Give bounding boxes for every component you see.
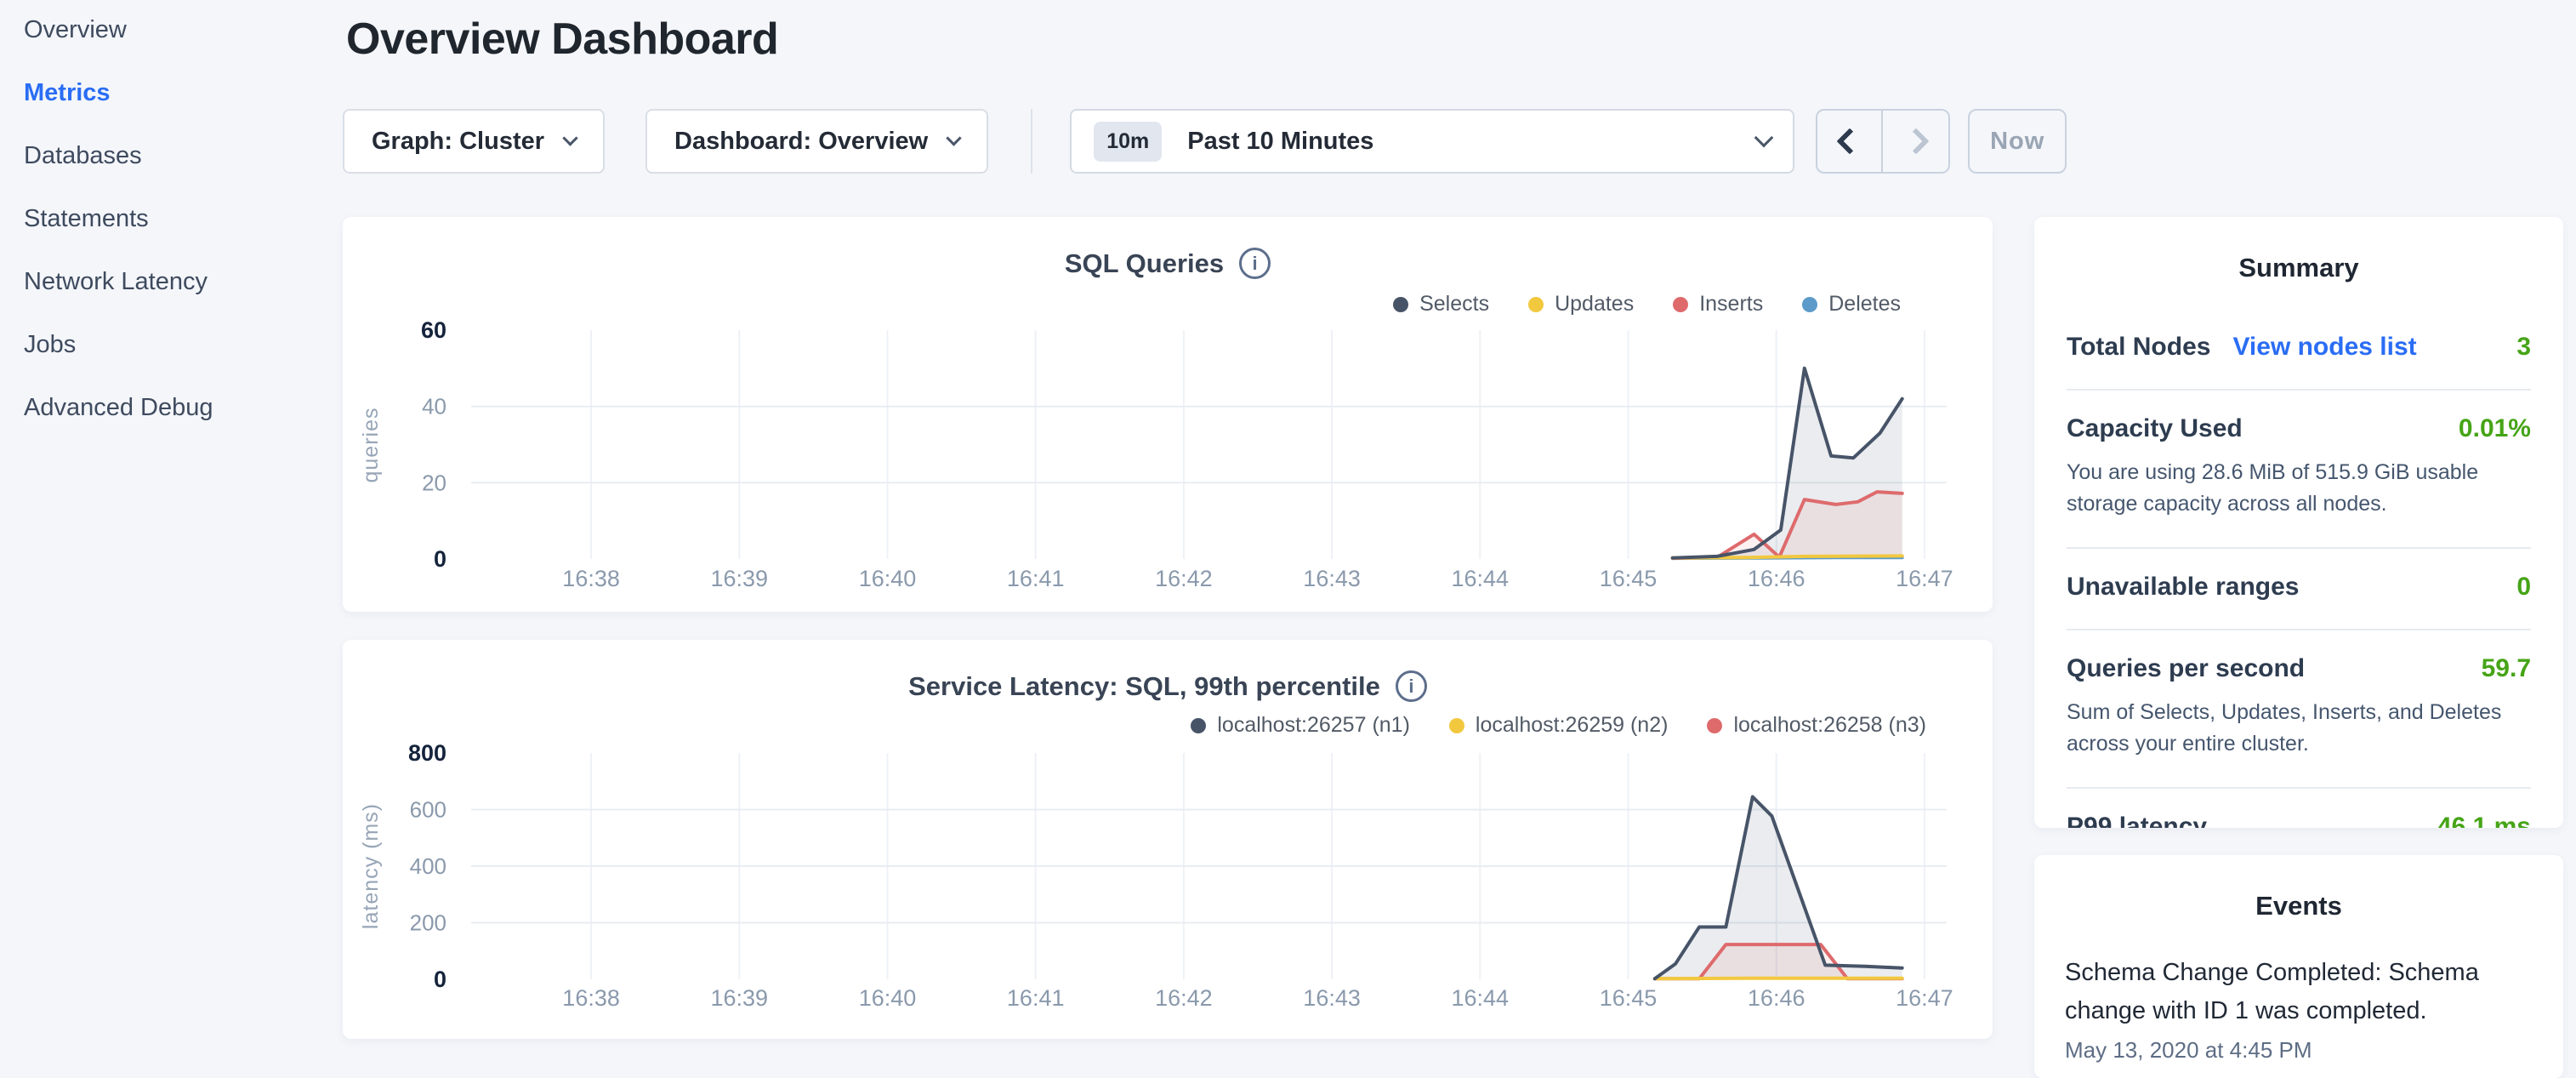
svg-text:16:45: 16:45 <box>1600 985 1658 1011</box>
chevron-down-icon <box>946 130 961 145</box>
events-panel-title: Events <box>2034 891 2563 921</box>
event-list-item[interactable]: Schema Change Completed: Schema change w… <box>2065 954 2533 1064</box>
summary-label: Unavailable ranges <box>2067 573 2299 602</box>
svg-text:0: 0 <box>434 546 446 572</box>
svg-text:16:46: 16:46 <box>1748 985 1805 1011</box>
event-text: Schema Change Completed: Schema change w… <box>2065 954 2533 1030</box>
summary-value: 3 <box>2516 333 2531 362</box>
summary-row-capacity-used: Capacity Used 0.01% You are using 28.6 M… <box>2067 389 2531 547</box>
svg-text:400: 400 <box>410 853 446 879</box>
summary-label: Total Nodes <box>2067 333 2210 362</box>
summary-body: Total Nodes View nodes list 3 Capacity U… <box>2034 283 2563 828</box>
service-latency-chart-card: Service Latency: SQL, 99th percentile i … <box>343 640 1993 1039</box>
svg-text:16:42: 16:42 <box>1155 985 1213 1011</box>
summary-label: Queries per second <box>2067 654 2305 683</box>
graph-source-dropdown[interactable]: Graph: Cluster <box>343 109 605 174</box>
sidebar-item-network-latency[interactable]: Network Latency <box>24 265 313 299</box>
events-body: Schema Change Completed: Schema change w… <box>2034 954 2563 1064</box>
next-timeframe-button[interactable] <box>1883 111 1948 172</box>
summary-description: You are using 28.6 MiB of 515.9 GiB usab… <box>2067 457 2531 520</box>
svg-text:16:47: 16:47 <box>1896 985 1953 1011</box>
svg-text:16:40: 16:40 <box>859 985 917 1011</box>
svg-text:16:45: 16:45 <box>1600 566 1658 591</box>
chevron-down-icon <box>562 130 577 145</box>
svg-text:16:38: 16:38 <box>562 566 620 591</box>
graph-source-dropdown-label: Graph: Cluster <box>372 128 544 156</box>
time-range-badge: 10m <box>1094 122 1162 162</box>
svg-text:600: 600 <box>410 797 446 823</box>
service-latency-plot[interactable]: 16:38 16:39 16:40 16:41 16:42 16:43 16:44 16:45… <box>343 640 1993 1039</box>
dashboard-dropdown[interactable]: Dashboard: Overview <box>645 109 988 174</box>
events-panel: Events Schema Change Completed: Schema c… <box>2034 855 2563 1078</box>
sidebar-item-metrics[interactable]: Metrics <box>24 76 313 110</box>
summary-description: Sum of Selects, Updates, Inserts, and De… <box>2067 697 2531 760</box>
summary-row-unavailable-ranges: Unavailable ranges 0 <box>2067 547 2531 629</box>
chevron-left-icon <box>1836 128 1862 154</box>
svg-text:60: 60 <box>421 317 446 343</box>
svg-text:16:38: 16:38 <box>562 985 620 1011</box>
summary-row-p99-latency: P99 latency 46.1 ms <box>2067 787 2531 828</box>
svg-text:20: 20 <box>422 470 446 495</box>
time-range-selector[interactable]: 10m Past 10 Minutes <box>1070 109 1794 174</box>
controls-divider <box>1031 109 1032 174</box>
controls-bar: Graph: Cluster Dashboard: Overview 10m P… <box>343 109 2067 174</box>
sql-queries-plot[interactable]: 16:38 16:39 16:40 16:41 16:42 16:43 16:44 16:45… <box>343 217 1993 612</box>
previous-timeframe-button[interactable] <box>1817 111 1883 172</box>
sidebar-item-statements[interactable]: Statements <box>24 202 313 236</box>
sidebar-nav: Overview Metrics Databases Statements Ne… <box>24 13 313 425</box>
svg-text:16:41: 16:41 <box>1007 985 1065 1011</box>
event-timestamp: May 13, 2020 at 4:45 PM <box>2065 1037 2533 1064</box>
summary-panel: Summary Total Nodes View nodes list 3 Ca… <box>2034 217 2563 828</box>
chevron-down-icon <box>1754 128 1774 148</box>
summary-row-total-nodes: Total Nodes View nodes list 3 <box>2067 309 2531 389</box>
summary-value: 46.1 ms <box>2437 813 2531 828</box>
summary-label: P99 latency <box>2067 813 2207 828</box>
svg-text:16:40: 16:40 <box>859 566 917 591</box>
svg-text:16:44: 16:44 <box>1452 566 1510 591</box>
sidebar-item-overview[interactable]: Overview <box>24 13 313 47</box>
time-step-buttons <box>1816 109 1950 174</box>
svg-text:16:41: 16:41 <box>1007 566 1065 591</box>
svg-text:800: 800 <box>408 740 446 766</box>
summary-row-queries-per-second: Queries per second 59.7 Sum of Selects, … <box>2067 629 2531 787</box>
svg-text:16:39: 16:39 <box>711 566 769 591</box>
svg-text:queries: queries <box>359 408 383 483</box>
summary-value: 0 <box>2516 573 2531 602</box>
time-range-label: Past 10 Minutes <box>1187 128 1732 156</box>
view-nodes-list-link[interactable]: View nodes list <box>2232 333 2416 362</box>
svg-text:16:39: 16:39 <box>711 985 769 1011</box>
dashboard-dropdown-label: Dashboard: Overview <box>674 128 928 156</box>
svg-text:0: 0 <box>434 967 446 992</box>
summary-value: 0.01% <box>2459 414 2531 443</box>
sidebar-item-databases[interactable]: Databases <box>24 139 313 173</box>
svg-text:16:46: 16:46 <box>1748 566 1805 591</box>
page-title: Overview Dashboard <box>346 14 778 65</box>
summary-value: 59.7 <box>2482 654 2531 683</box>
svg-text:16:43: 16:43 <box>1303 985 1361 1011</box>
svg-text:16:44: 16:44 <box>1452 985 1510 1011</box>
svg-text:16:47: 16:47 <box>1896 566 1953 591</box>
sql-queries-chart-card: SQL Queries i SelectsUpdatesInsertsDelet… <box>343 217 1993 612</box>
sidebar: Overview Metrics Databases Statements Ne… <box>24 13 313 453</box>
sidebar-item-jobs[interactable]: Jobs <box>24 328 313 362</box>
summary-panel-title: Summary <box>2034 253 2563 283</box>
svg-text:16:42: 16:42 <box>1155 566 1213 591</box>
svg-text:200: 200 <box>410 910 446 936</box>
svg-text:latency (ms): latency (ms) <box>359 803 383 929</box>
sidebar-item-advanced-debug[interactable]: Advanced Debug <box>24 391 313 425</box>
summary-label: Capacity Used <box>2067 414 2243 443</box>
now-button[interactable]: Now <box>1968 109 2067 174</box>
svg-text:40: 40 <box>422 394 446 419</box>
chevron-right-icon <box>1902 128 1929 154</box>
svg-text:16:43: 16:43 <box>1303 566 1361 591</box>
